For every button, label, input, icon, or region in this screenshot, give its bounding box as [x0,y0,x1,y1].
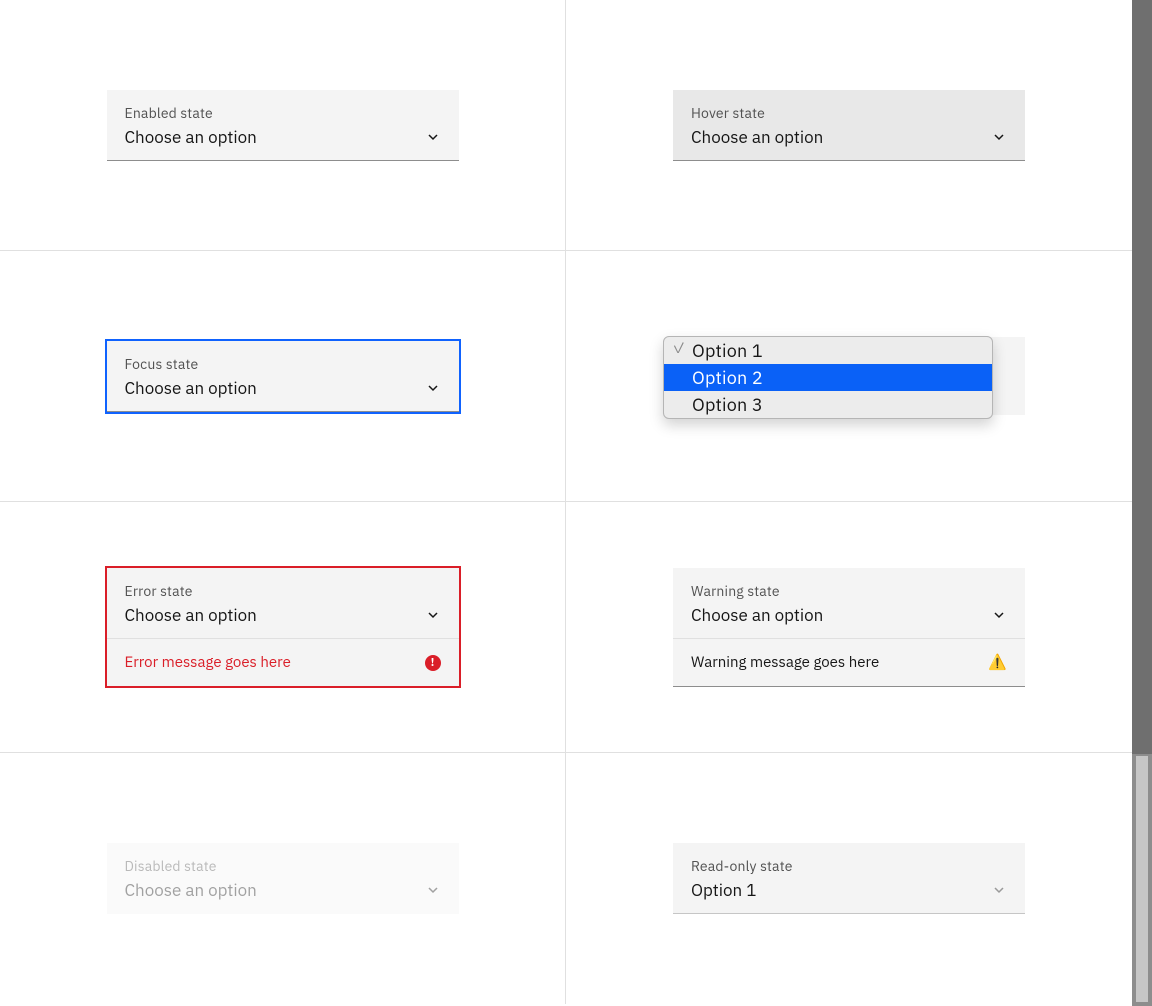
dropdown-label: Warning state [691,582,1007,600]
chevron-down-icon [991,607,1007,623]
dropdown-option[interactable]: Option 3 [664,391,992,418]
chevron-down-icon [425,882,441,898]
dropdown-label: Enabled state [125,104,441,122]
dropdown-open[interactable]: Option 1 Option 2 Option 3 [673,337,1025,415]
dropdown-option[interactable]: Option 1 [664,337,992,364]
error-icon: ! [425,655,441,671]
dropdown-value: Choose an option [125,377,257,399]
chevron-down-icon [425,607,441,623]
chevron-down-icon [991,882,1007,898]
dropdown-label: Hover state [691,104,1007,122]
dropdown-label: Error state [125,582,441,600]
dropdown-error[interactable]: Error state Choose an option Error messa… [107,568,459,686]
dropdown-readonly: Read-only state Option 1 [673,843,1025,914]
dropdown-option[interactable]: Option 2 [664,364,992,391]
dropdown-label: Read-only state [691,857,1007,875]
dropdown-label: Disabled state [125,857,441,875]
dropdown-label: Focus state [125,355,441,373]
warning-message: Warning message goes here [691,653,879,672]
scrollbar-track[interactable] [1132,0,1152,1006]
chevron-down-icon [425,129,441,145]
chevron-down-icon [425,380,441,396]
dropdown-enabled[interactable]: Enabled state Choose an option [107,90,459,161]
dropdown-value: Choose an option [125,604,257,626]
dropdown-listbox: Option 1 Option 2 Option 3 [663,336,993,419]
dropdown-hover[interactable]: Hover state Choose an option [673,90,1025,161]
dropdown-value: Choose an option [691,604,823,626]
dropdown-disabled: Disabled state Choose an option [107,843,459,914]
warning-icon: ⚠️ [988,653,1007,672]
dropdown-focus[interactable]: Focus state Choose an option [107,341,459,412]
dropdown-warning[interactable]: Warning state Choose an option Warning m… [673,568,1025,687]
dropdown-value: Option 1 [691,879,756,901]
dropdown-value: Choose an option [125,879,257,901]
scrollbar-thumb[interactable] [1136,756,1148,1002]
error-message: Error message goes here [125,653,291,672]
chevron-down-icon [991,129,1007,145]
dropdown-value: Choose an option [691,126,823,148]
dropdown-value: Choose an option [125,126,257,148]
